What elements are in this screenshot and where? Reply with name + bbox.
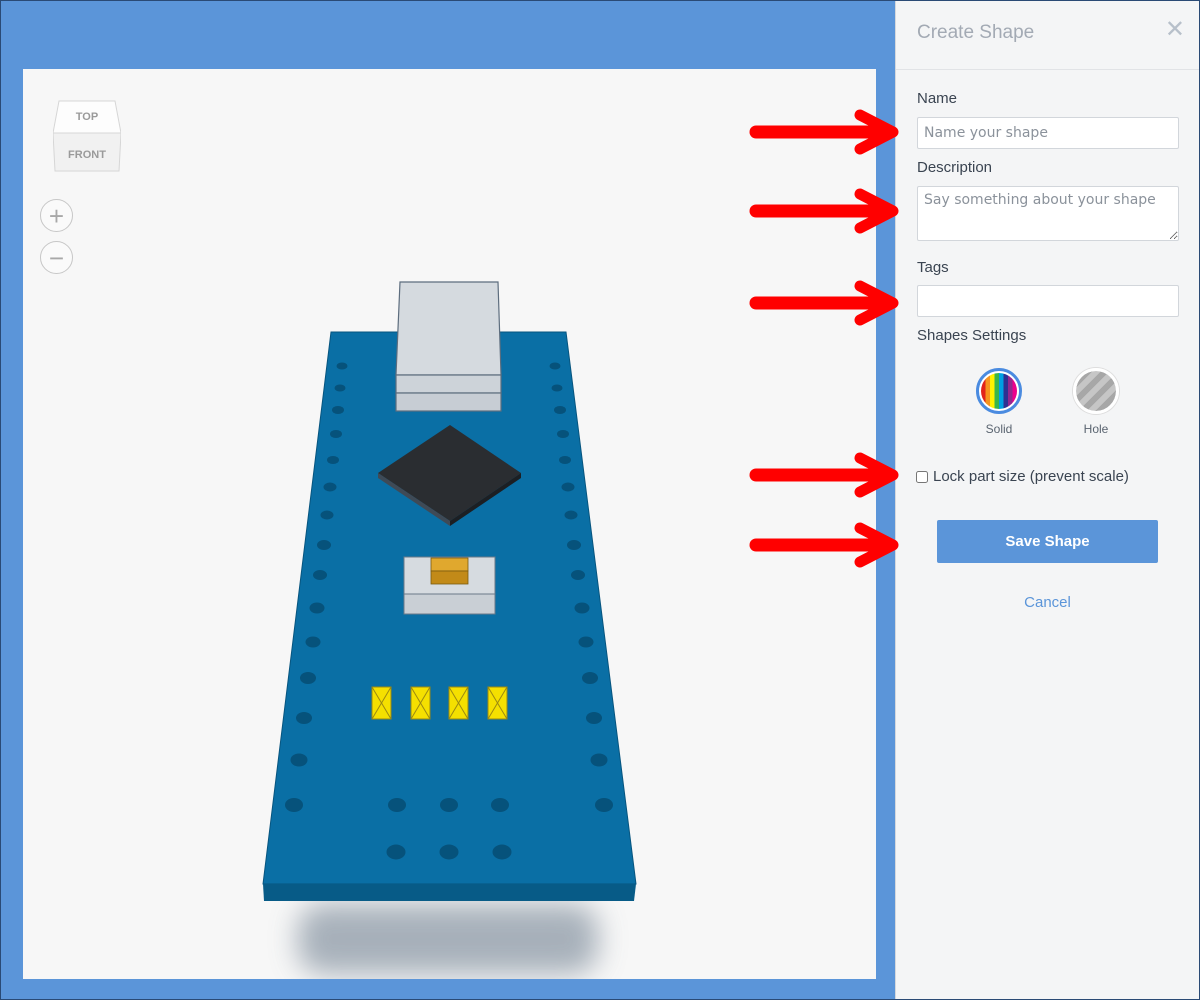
hole-swatch-icon bbox=[1073, 368, 1119, 414]
description-textarea[interactable] bbox=[917, 186, 1179, 241]
description-label: Description bbox=[917, 159, 993, 176]
lock-size-checkbox[interactable] bbox=[916, 470, 928, 483]
name-input[interactable] bbox=[917, 117, 1179, 149]
lock-size-row[interactable]: Lock part size (prevent scale) bbox=[916, 468, 1129, 485]
panel-header: Create Shape ✕ bbox=[896, 0, 1200, 70]
create-shape-panel: Create Shape ✕ Name Description Tags Sha… bbox=[895, 0, 1200, 1000]
board-shadow bbox=[298, 904, 598, 974]
save-shape-button[interactable]: Save Shape bbox=[937, 520, 1158, 563]
close-icon[interactable]: ✕ bbox=[1165, 18, 1185, 42]
reset-button-component bbox=[403, 556, 496, 615]
lock-size-label: Lock part size (prevent scale) bbox=[933, 468, 1129, 485]
cancel-link[interactable]: Cancel bbox=[937, 594, 1158, 611]
arrow-icon bbox=[749, 188, 899, 234]
shapes-settings-label: Shapes Settings bbox=[917, 327, 1027, 344]
name-label: Name bbox=[917, 90, 958, 107]
panel-title: Create Shape bbox=[917, 22, 1035, 43]
arrow-icon bbox=[749, 109, 899, 155]
hole-label: Hole bbox=[1083, 422, 1109, 436]
tags-input[interactable] bbox=[917, 285, 1179, 317]
tags-label: Tags bbox=[917, 259, 949, 276]
solid-option[interactable]: Solid bbox=[969, 368, 1029, 436]
arrow-icon bbox=[749, 280, 899, 326]
hole-option[interactable]: Hole bbox=[1066, 368, 1126, 436]
solid-swatch-icon bbox=[976, 368, 1022, 414]
arrow-icon bbox=[749, 452, 899, 498]
usb-connector bbox=[395, 281, 502, 412]
arrow-icon bbox=[749, 522, 899, 568]
solid-label: Solid bbox=[985, 422, 1013, 436]
pcb-board-edge bbox=[263, 884, 636, 901]
